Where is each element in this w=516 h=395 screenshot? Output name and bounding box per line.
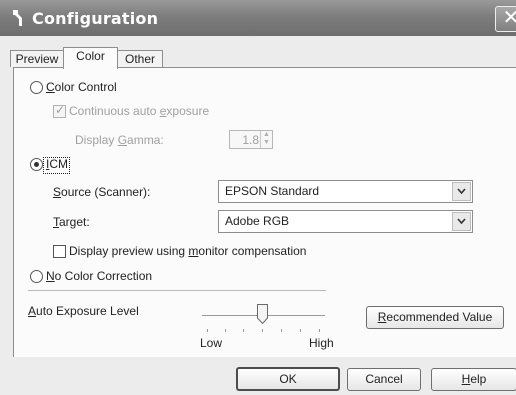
source-scanner-select[interactable]: EPSON Standard [218, 180, 473, 203]
slider-high-label: High [309, 336, 334, 350]
no-color-correction-label[interactable]: No Color Correction [46, 269, 152, 283]
configuration-window: Configuration ✕ Preview Color Other Colo… [0, 0, 516, 395]
display-gamma-spinner[interactable]: 1.8 ▲ ▼ [229, 130, 273, 149]
no-color-correction-radio[interactable] [30, 270, 43, 283]
source-scanner-label: Source (Scanner): [53, 185, 151, 199]
auto-exposure-level-label: Auto Exposure Level [28, 304, 139, 318]
spinner-arrows-icon[interactable]: ▲ ▼ [260, 131, 272, 148]
close-button[interactable]: ✕ [495, 6, 516, 32]
chevron-down-icon[interactable] [452, 182, 471, 201]
target-label: Target: [53, 215, 90, 229]
tab-strip: Preview Color Other [0, 36, 516, 69]
close-icon: ✕ [502, 7, 516, 29]
checkmark-icon: ✓ [55, 103, 66, 117]
display-gamma-label: Display Gamma: [75, 133, 164, 147]
tab-preview[interactable]: Preview [10, 50, 64, 67]
recommended-value-button[interactable]: Recommended Value [366, 306, 504, 329]
cancel-button[interactable]: Cancel [347, 368, 421, 391]
source-scanner-value: EPSON Standard [225, 184, 320, 198]
slider-tick [319, 329, 320, 332]
target-select[interactable]: Adobe RGB [218, 210, 473, 233]
monitor-compensation-label[interactable]: Display preview using monitor compensati… [69, 244, 306, 258]
continuous-auto-exposure-label: Continuous auto exposure [69, 104, 210, 118]
chevron-down-icon[interactable] [452, 212, 471, 231]
slider-tick [243, 329, 244, 332]
display-gamma-value: 1.8 [242, 133, 259, 147]
radio-selected-dot [34, 162, 39, 167]
tab-other[interactable]: Other [117, 50, 163, 67]
section-divider [28, 290, 326, 291]
target-value: Adobe RGB [225, 214, 290, 228]
wrench-icon [10, 8, 26, 28]
continuous-auto-exposure-checkbox[interactable]: ✓ [53, 103, 66, 118]
monitor-compensation-checkbox[interactable] [53, 245, 66, 258]
title-bar: Configuration ✕ [0, 0, 516, 36]
color-control-label[interactable]: Color Control [46, 80, 117, 94]
ok-button[interactable]: OK [236, 367, 340, 391]
icm-radio[interactable] [30, 158, 43, 171]
slider-tick [281, 329, 282, 332]
help-button[interactable]: Help [431, 368, 516, 391]
tab-color[interactable]: Color [63, 47, 118, 69]
slider-tick [262, 329, 263, 332]
slider-tick [300, 329, 301, 332]
window-title: Configuration [32, 9, 159, 28]
auto-exposure-slider-thumb[interactable] [257, 304, 268, 325]
slider-tick [207, 329, 208, 332]
icm-label[interactable]: ICM [46, 157, 68, 171]
color-control-radio[interactable] [30, 81, 43, 94]
slider-low-label: Low [200, 336, 223, 350]
slider-tick [225, 329, 226, 332]
